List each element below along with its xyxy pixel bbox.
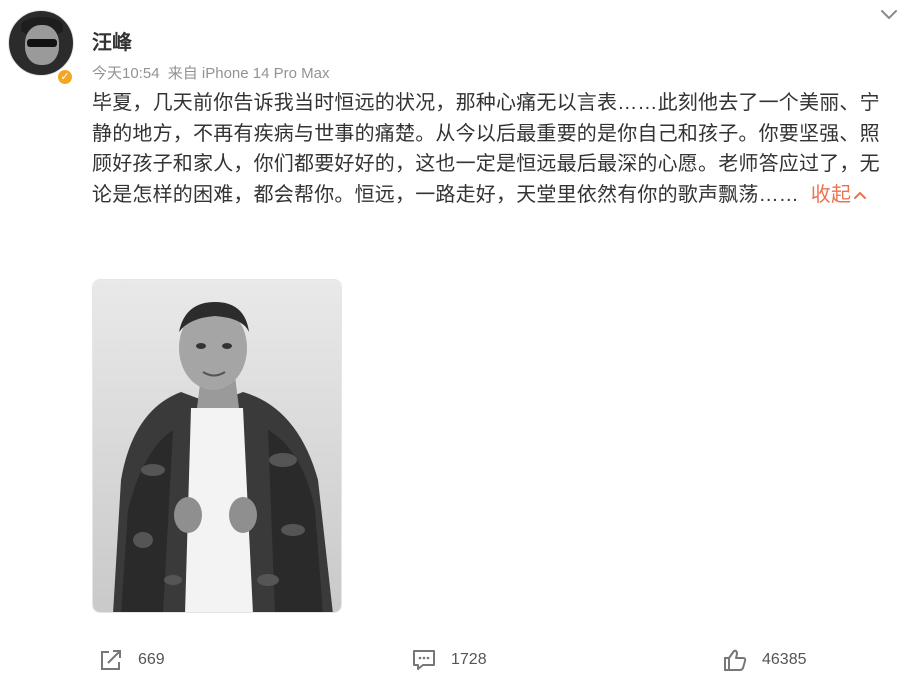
comment-icon — [413, 650, 435, 670]
like-button[interactable]: 46385 — [722, 648, 807, 672]
author-avatar[interactable] — [8, 10, 74, 76]
post-text: 毕夏，几天前你告诉我当时恒远的状况，那种心痛无以言表……此刻他去了一个美丽、宁静… — [92, 92, 880, 206]
post-source: 来自 iPhone 14 Pro Max — [167, 65, 330, 82]
chevron-down-icon[interactable] — [878, 4, 900, 26]
post-image[interactable] — [92, 279, 342, 613]
collapse-button[interactable]: 收起 — [811, 184, 867, 206]
chevron-up-icon — [854, 192, 867, 200]
like-icon — [724, 649, 747, 671]
post-meta: 今天10:54 来自 iPhone 14 Pro Max — [92, 62, 333, 83]
collapse-label: 收起 — [810, 183, 852, 206]
verified-badge-icon: ✓ — [56, 68, 74, 86]
like-count: 46385 — [762, 651, 807, 668]
repost-icon — [101, 650, 121, 670]
post-content: 毕夏，几天前你告诉我当时恒远的状况，那种心痛无以言表……此刻他去了一个美丽、宁静… — [92, 88, 892, 210]
repost-count: 669 — [138, 651, 165, 668]
comment-count: 1728 — [451, 651, 487, 668]
author-name[interactable]: 汪峰 — [92, 26, 132, 55]
weibo-post: ✓ 汪峰 今天10:54 来自 iPhone 14 Pro Max 毕夏，几天前… — [0, 0, 901, 684]
comment-button[interactable]: 1728 — [411, 648, 487, 672]
avatar-glasses — [27, 39, 57, 47]
post-time[interactable]: 今天10:54 — [92, 65, 160, 82]
repost-button[interactable]: 669 — [98, 648, 165, 672]
